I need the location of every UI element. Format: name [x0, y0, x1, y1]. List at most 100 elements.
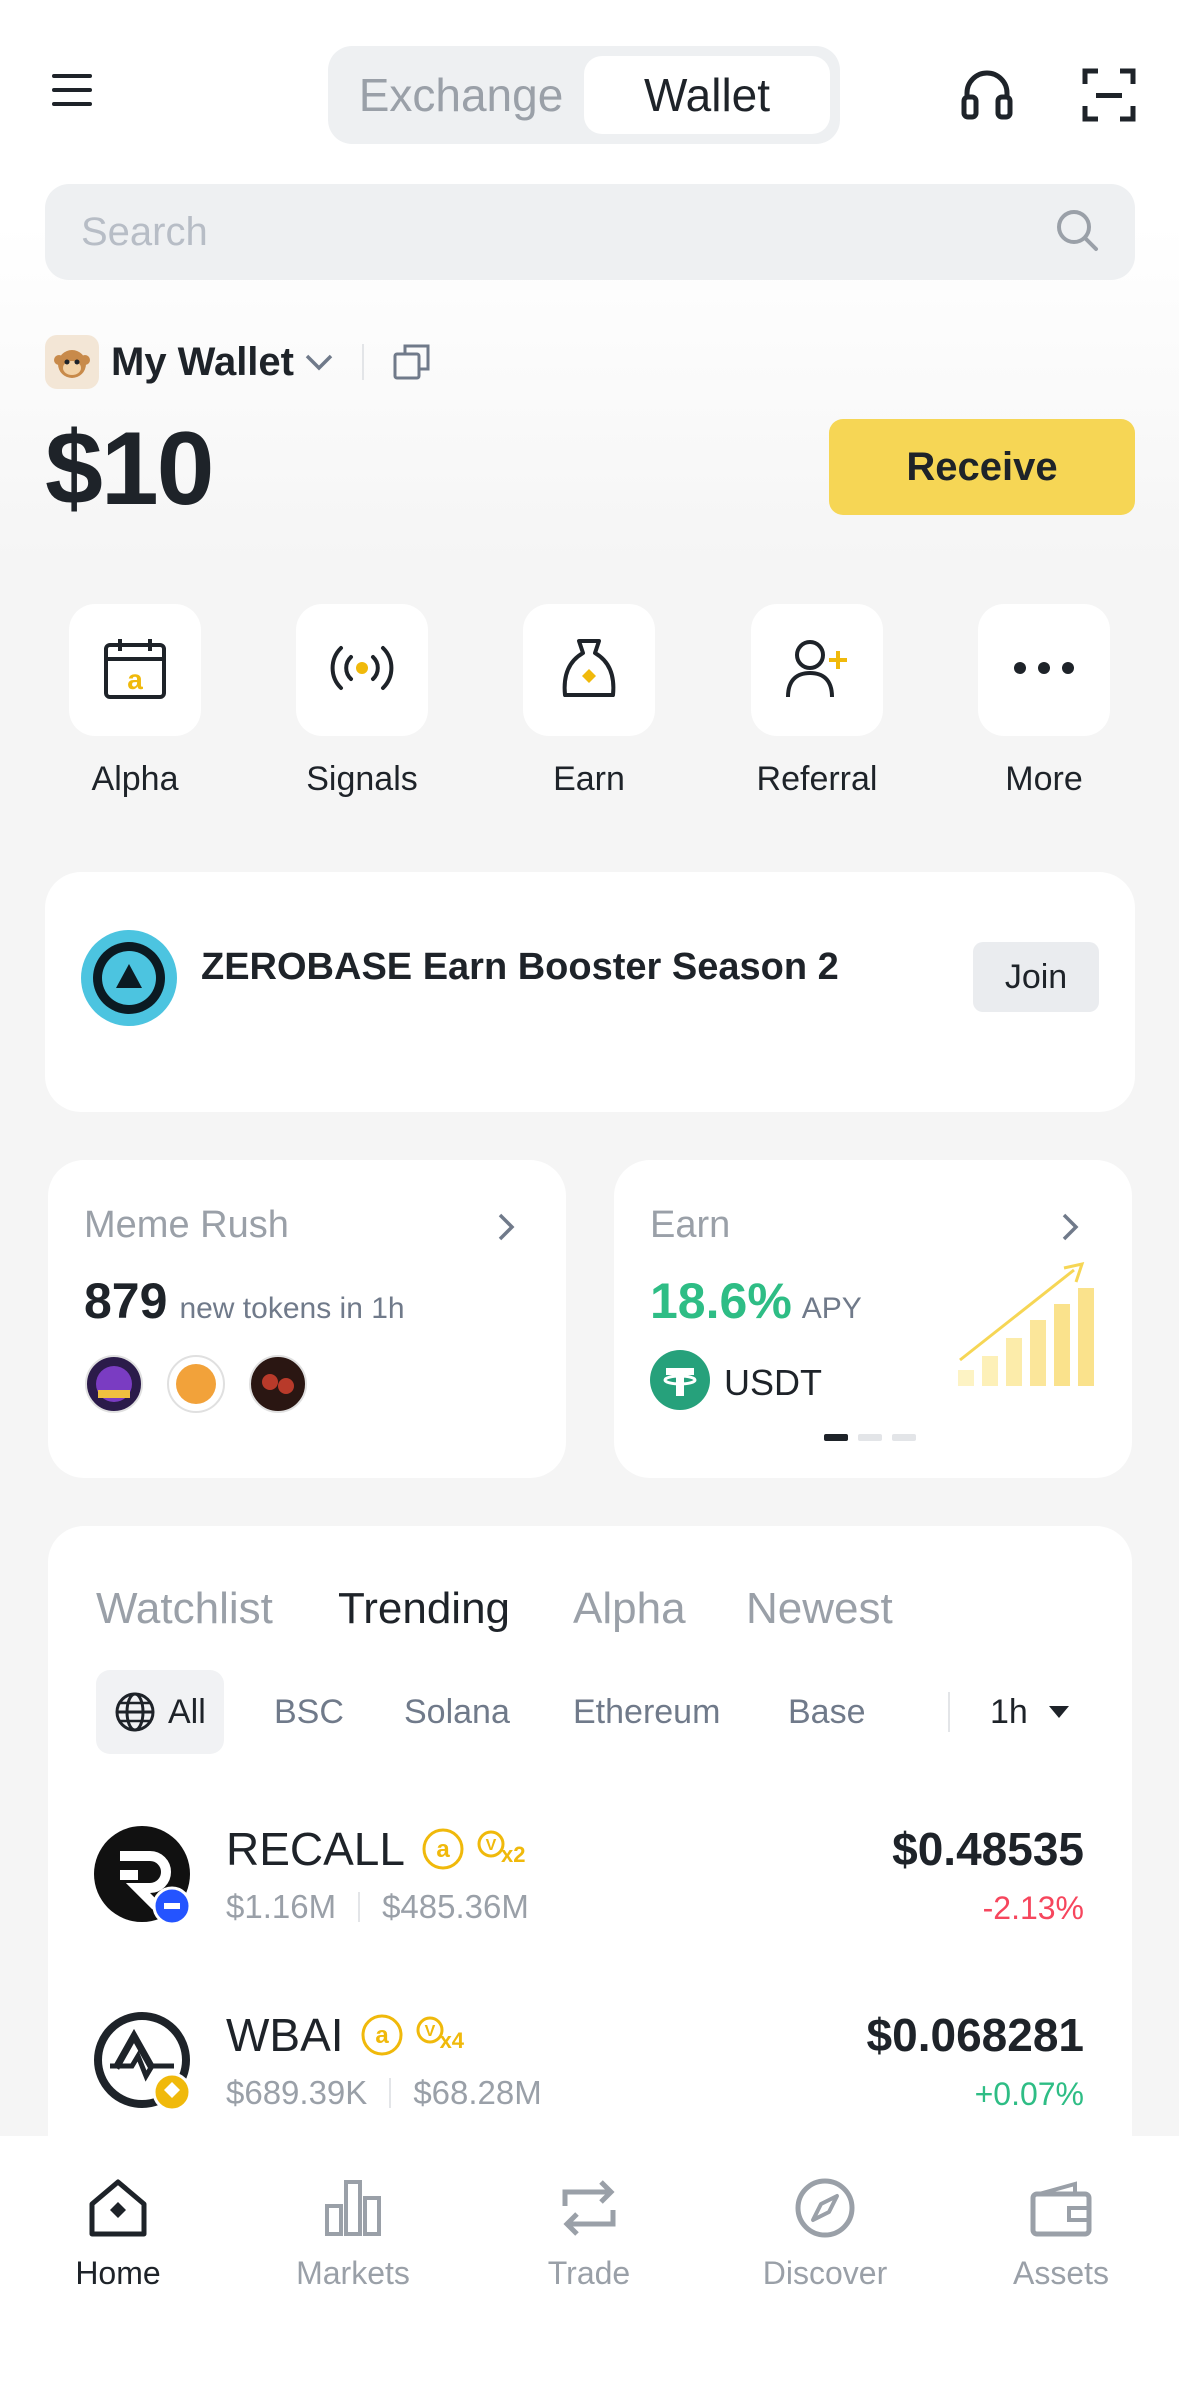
apy-value: 18.6%: [650, 1273, 792, 1329]
meme-token-avatars: [84, 1354, 308, 1419]
svg-text:a: a: [375, 2022, 389, 2049]
tab-exchange[interactable]: Exchange: [338, 56, 584, 134]
timeframe-select[interactable]: 1h: [990, 1670, 1070, 1754]
token-stats: $689.39K $68.28M: [226, 2074, 542, 2112]
nav-label: Markets: [296, 2255, 410, 2291]
more-dots-icon: [1013, 661, 1075, 680]
svg-text:a: a: [436, 1836, 450, 1863]
wallet-avatar: [45, 335, 99, 389]
token-price: $0.48535: [892, 1823, 1084, 1875]
quick-action-label: Earn: [553, 760, 625, 798]
divider: [389, 2078, 392, 2108]
nav-label: Home: [75, 2255, 161, 2291]
globe-icon: [114, 1691, 156, 1733]
multiplier-badge-icon: V x2: [477, 1830, 525, 1868]
svg-text:a: a: [127, 664, 143, 695]
meme-token-avatar: [84, 1354, 144, 1419]
token-name: RECALL: [226, 1823, 405, 1875]
meme-token-avatar: [248, 1354, 308, 1419]
quick-action-alpha[interactable]: a Alpha: [69, 604, 201, 799]
chevron-right-icon: [1060, 1212, 1080, 1247]
quick-action-more[interactable]: More: [978, 604, 1110, 799]
token-row[interactable]: RECALL a V x2 $1.16M $485.36M $0.48535 -…: [94, 1822, 1084, 1932]
asset-name: USDT: [724, 1361, 822, 1403]
chain-filter-base[interactable]: Base: [788, 1670, 866, 1754]
chain-filter-solana[interactable]: Solana: [404, 1670, 510, 1754]
earn-card[interactable]: Earn 18.6% APY USDT: [614, 1160, 1132, 1478]
new-token-desc: new tokens in 1h: [179, 1292, 405, 1325]
promo-banner[interactable]: ZEROBASE Earn Booster Season 2 Join: [45, 872, 1135, 1112]
new-token-count: 879: [84, 1273, 168, 1329]
carousel-dot: [858, 1434, 882, 1441]
carousel-dot: [892, 1434, 916, 1441]
join-button[interactable]: Join: [973, 942, 1099, 1012]
multiplier-value: x4: [439, 2028, 465, 2053]
nav-discover[interactable]: Discover: [740, 2176, 910, 2292]
chevron-right-icon: [496, 1212, 516, 1247]
recall-token-logo: [94, 1826, 194, 1931]
multiplier-value: x2: [500, 1842, 526, 1867]
swap-arrows-icon: [504, 2176, 674, 2245]
banner-title: ZEROBASE Earn Booster Season 2: [201, 946, 839, 988]
token-change: -2.13%: [982, 1890, 1084, 1926]
nav-assets[interactable]: Assets: [976, 2176, 1146, 2292]
token-market-cap: $485.36M: [382, 1888, 529, 1925]
nav-markets[interactable]: Markets: [268, 2176, 438, 2292]
wallet-icon: [976, 2176, 1146, 2245]
home-icon: [33, 2176, 203, 2245]
divider: [358, 1892, 361, 1922]
token-change: +0.07%: [974, 2076, 1084, 2112]
svg-text:V: V: [424, 2023, 435, 2040]
support-headset-icon[interactable]: [958, 66, 1016, 124]
apy-label: APY: [801, 1292, 862, 1325]
signals-icon: [329, 643, 395, 698]
chain-filter-label: All: [168, 1692, 206, 1731]
token-title-row: RECALL a V x2: [226, 1822, 525, 1876]
calendar-alpha-icon: a: [102, 635, 168, 706]
meme-rush-card[interactable]: Meme Rush 879 new tokens in 1h: [48, 1160, 566, 1478]
token-name: WBAI: [226, 2009, 344, 2061]
receive-button[interactable]: Receive: [829, 419, 1135, 515]
money-bag-icon: [559, 635, 619, 706]
tab-newest[interactable]: Newest: [746, 1584, 893, 1634]
carousel-indicator: [824, 1434, 916, 1441]
chain-filter-bsc[interactable]: BSC: [274, 1670, 344, 1754]
carousel-dot-active: [824, 1434, 848, 1441]
usdt-icon: [650, 1350, 710, 1415]
quick-action-signals[interactable]: Signals: [296, 604, 428, 799]
bottom-nav: Home Markets Trade Discover Assets: [0, 2136, 1179, 2396]
meme-token-avatar: [166, 1354, 226, 1419]
tab-wallet[interactable]: Wallet: [584, 56, 830, 134]
compass-icon: [740, 2176, 910, 2245]
add-user-icon: [784, 635, 850, 706]
search-bar[interactable]: Search: [45, 184, 1135, 280]
quick-action-referral[interactable]: Referral: [751, 604, 883, 799]
tab-alpha[interactable]: Alpha: [573, 1584, 686, 1634]
alpha-badge-icon: a: [360, 2013, 404, 2057]
token-price: $0.068281: [866, 2009, 1084, 2061]
wallet-name[interactable]: My Wallet: [111, 340, 294, 385]
token-market-cap: $68.28M: [413, 2074, 542, 2111]
chain-filter-all[interactable]: All: [96, 1670, 224, 1754]
copy-icon[interactable]: [392, 342, 432, 382]
wallet-selector-row: My Wallet: [45, 334, 432, 390]
quick-action-earn[interactable]: Earn: [523, 604, 655, 799]
menu-icon[interactable]: [46, 64, 98, 116]
nav-home[interactable]: Home: [33, 2176, 203, 2292]
token-row[interactable]: WBAI a V x4 $689.39K $68.28M $0.068281 +…: [94, 2008, 1084, 2118]
tab-trending[interactable]: Trending: [338, 1584, 510, 1634]
meme-rush-stats: 879 new tokens in 1h: [84, 1272, 405, 1330]
nav-trade[interactable]: Trade: [504, 2176, 674, 2292]
chain-filter-ethereum[interactable]: Ethereum: [573, 1670, 720, 1754]
scan-icon[interactable]: [1080, 66, 1138, 124]
chevron-down-icon[interactable]: [304, 352, 334, 372]
tab-watchlist[interactable]: Watchlist: [96, 1584, 273, 1634]
svg-text:V: V: [486, 1837, 497, 1854]
token-title-row: WBAI a V x4: [226, 2008, 464, 2062]
search-placeholder: Search: [81, 209, 208, 254]
quick-action-label: Referral: [756, 760, 878, 798]
token-volume: $1.16M: [226, 1888, 337, 1925]
zerobase-logo-icon: [81, 930, 177, 1031]
search-icon: [1055, 208, 1099, 257]
quick-action-label: Signals: [306, 760, 418, 798]
